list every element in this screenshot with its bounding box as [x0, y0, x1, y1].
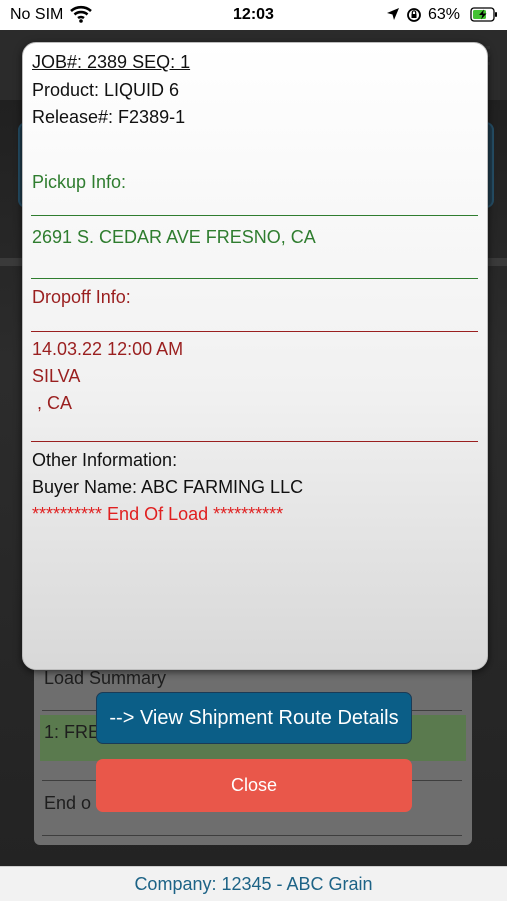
dropoff-info-label: Dropoff Info:: [32, 287, 131, 307]
dropoff-divider: [31, 331, 478, 332]
dropoff-datetime: 14.03.22 12:00 AM: [32, 339, 184, 359]
release-label: Release#: F2389-1: [32, 107, 186, 127]
divider: [42, 835, 462, 836]
view-shipment-route-details-button[interactable]: --> View Shipment Route Details: [96, 692, 412, 744]
end-of-load-label: ********** End Of Load **********: [32, 504, 284, 524]
buyer-name: Buyer Name: ABC FARMING LLC: [32, 477, 304, 497]
pickup-divider: [31, 215, 478, 216]
battery-percent: 63%: [428, 6, 461, 23]
battery-charging-icon: [470, 7, 498, 27]
rotation-lock-icon: [406, 7, 422, 28]
pickup-info-label: Pickup Info:: [32, 172, 127, 192]
job-number: JOB#: 2389 SEQ: 1: [32, 52, 191, 72]
load-summary-card: Load Summary 1: FRE End o: [34, 660, 472, 845]
list-item-label: End o: [44, 793, 92, 813]
list-item-label: 1: FRE: [44, 722, 101, 742]
company-label: Company: 12345 - ABC Grain: [134, 873, 373, 894]
product-label: Product: LIQUID 6: [32, 80, 180, 100]
other-information-label: Other Information:: [32, 450, 178, 470]
location-arrow-icon: [386, 7, 400, 26]
close-button[interactable]: Close: [96, 759, 412, 812]
load-summary-title: Load Summary: [44, 668, 167, 688]
status-bar: No SIM 12:03 63%: [0, 0, 507, 30]
dropoff-divider-bottom: [31, 441, 478, 442]
pickup-divider-bottom: [31, 278, 478, 279]
pickup-address: 2691 S. CEDAR AVE FRESNO, CA: [32, 227, 316, 247]
load-details-modal: JOB#: 2389 SEQ: 1 Product: LIQUID 6 Rele…: [22, 42, 488, 670]
dropoff-name: SILVA: [32, 366, 81, 386]
dropoff-location: , CA: [32, 393, 73, 413]
company-footer: Company: 12345 - ABC Grain: [0, 866, 507, 901]
